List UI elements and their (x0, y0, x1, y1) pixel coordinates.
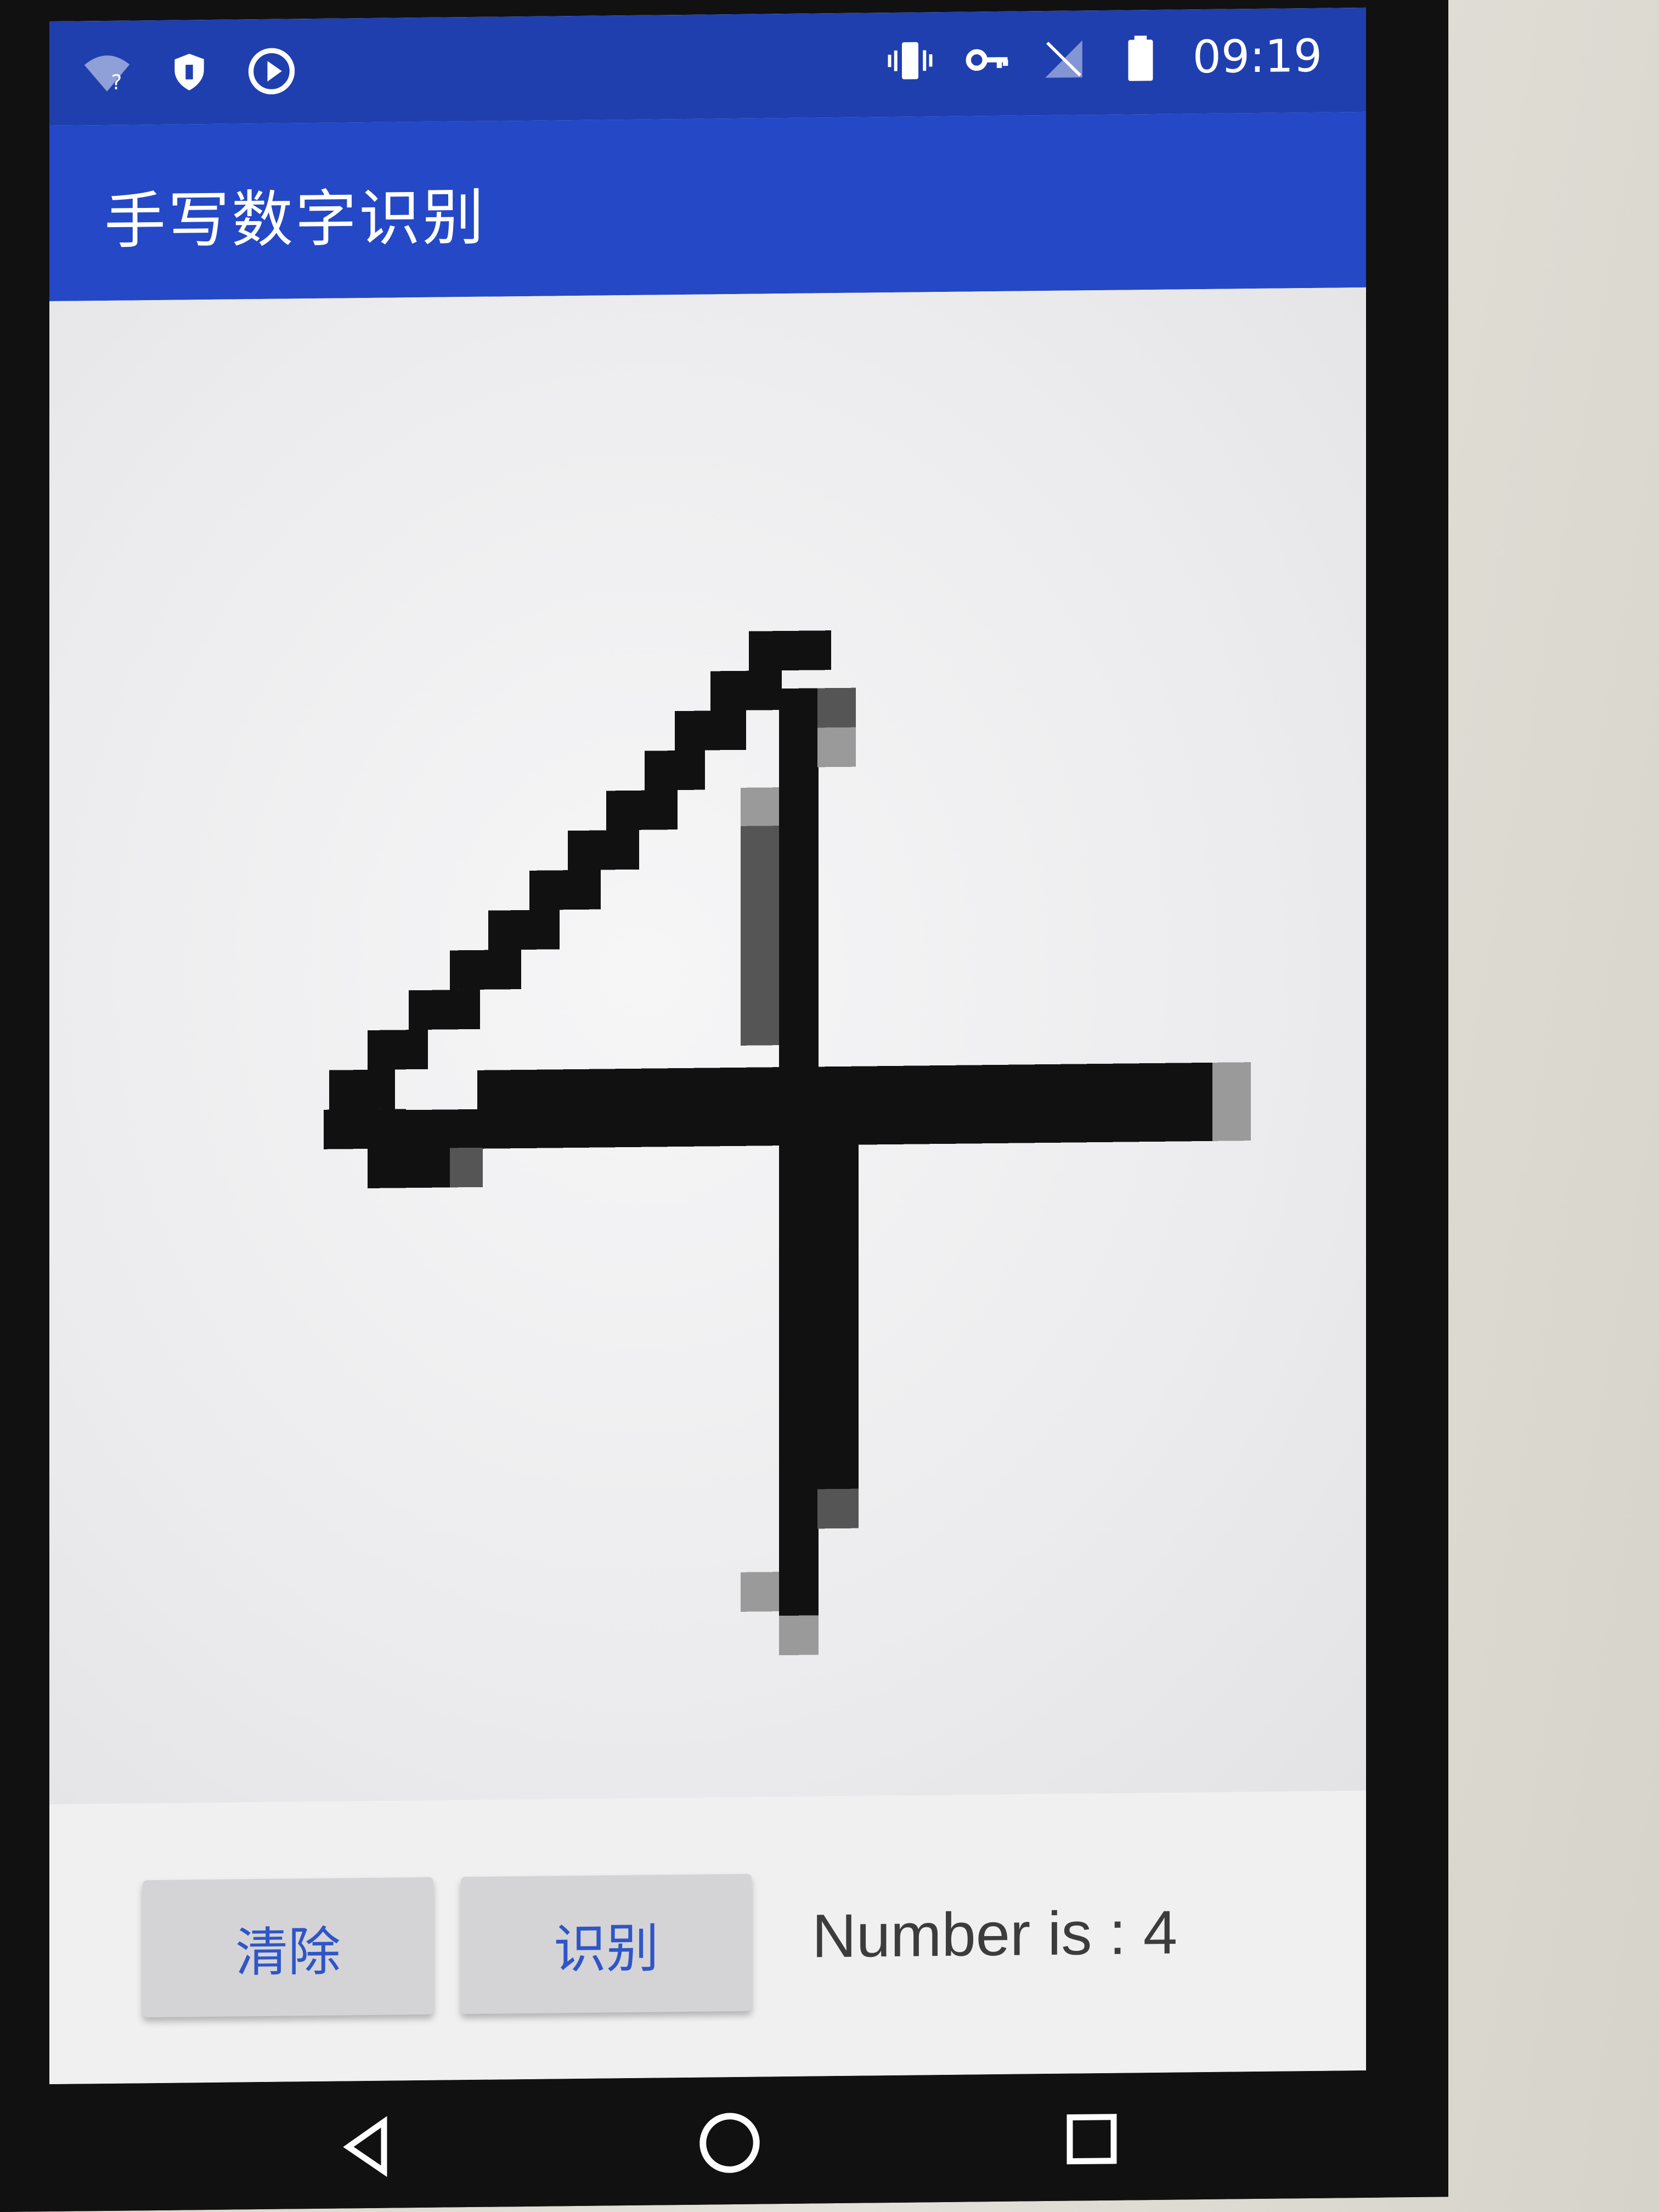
status-left-icons: ? (82, 46, 296, 98)
phone-frame: ? 09:19 手写数字识别 清除 识别 Number is: 4 (0, 0, 1448, 2212)
play-circle-icon (247, 46, 296, 96)
recognize-button[interactable]: 识别 (461, 1874, 752, 2015)
battery-icon (1116, 33, 1165, 83)
svg-text:?: ? (111, 70, 122, 94)
no-sim-icon (1039, 34, 1088, 84)
vpn-key-shield-icon (165, 47, 214, 97)
phone-screen: ? 09:19 手写数字识别 清除 识别 Number is: 4 (49, 7, 1366, 2085)
back-icon[interactable] (329, 2108, 406, 2185)
vibrate-icon (885, 36, 935, 86)
handwritten-digit-drawing (324, 630, 1251, 1656)
recents-icon[interactable] (1053, 2100, 1130, 2177)
status-time: 09:19 (1192, 30, 1322, 84)
clear-button[interactable]: 清除 (143, 1877, 433, 2018)
app-title: 手写数字识别 (104, 182, 486, 258)
navigation-bar (0, 2075, 1448, 2212)
wifi-question-icon: ? (82, 48, 132, 98)
drawing-canvas[interactable] (49, 287, 1366, 1805)
key-icon (962, 35, 1012, 84)
result-text: Number is : 4 (812, 1898, 1177, 1971)
app-bar: 手写数字识别 (49, 111, 1366, 302)
home-icon[interactable] (691, 2104, 768, 2181)
status-right-icons: 09:19 (885, 30, 1322, 87)
status-bar: ? 09:19 (49, 7, 1366, 126)
controls-bar: 清除 识别 Number is : 4 (49, 1790, 1366, 2085)
